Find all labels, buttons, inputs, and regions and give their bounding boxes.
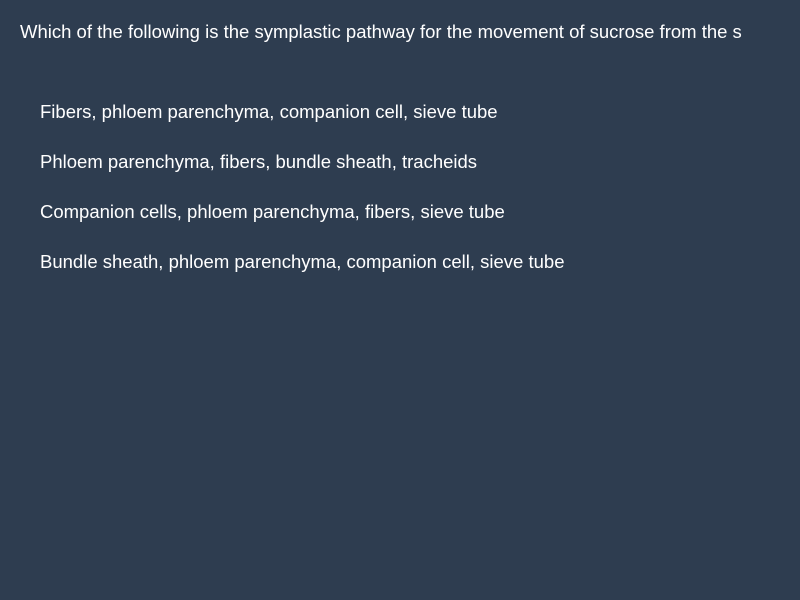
- answer-option-2[interactable]: Phloem parenchyma, fibers, bundle sheath…: [40, 151, 565, 173]
- answer-option-1[interactable]: Fibers, phloem parenchyma, companion cel…: [40, 101, 565, 123]
- answer-options-list: Fibers, phloem parenchyma, companion cel…: [40, 101, 565, 301]
- answer-option-4[interactable]: Bundle sheath, phloem parenchyma, compan…: [40, 251, 565, 273]
- question-text: Which of the following is the symplastic…: [20, 21, 742, 42]
- answer-option-3[interactable]: Companion cells, phloem parenchyma, fibe…: [40, 201, 565, 223]
